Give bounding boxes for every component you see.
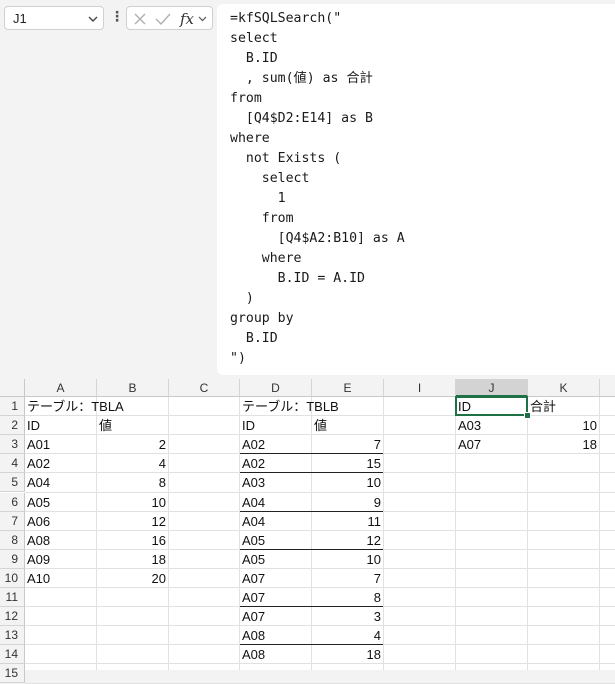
row-header-13[interactable]: 13 — [0, 626, 25, 646]
group-divider — [240, 548, 383, 550]
column-header-j[interactable]: J — [456, 379, 528, 397]
table-b-id-cell[interactable]: A07 — [240, 569, 312, 588]
table-b-id-cell[interactable]: A07 — [240, 607, 312, 626]
row-header-3[interactable]: 3 — [0, 435, 25, 455]
column-header-d[interactable]: D — [240, 379, 312, 397]
table-b-value-cell[interactable]: 11 — [312, 512, 384, 531]
table-b-value-cell[interactable]: 7 — [312, 569, 384, 588]
table-a-value-cell[interactable]: 8 — [97, 473, 169, 492]
name-box[interactable]: J1 — [4, 6, 104, 30]
table-b-header-value[interactable]: 値 — [312, 416, 384, 435]
table-a-header-id[interactable]: ID — [25, 416, 97, 435]
row-header-8[interactable]: 8 — [0, 530, 25, 550]
table-b-id-cell[interactable]: A04 — [240, 512, 312, 531]
row-header-1[interactable]: 1 — [0, 397, 25, 416]
table-b-id-cell[interactable]: A05 — [240, 550, 312, 569]
formula-bar-area: J1 ⋮ fx =kfSQLSearch(" select B.ID , sum… — [0, 0, 615, 379]
row-header-5[interactable]: 5 — [0, 473, 25, 493]
table-a-title[interactable]: テーブル：TBLA — [25, 397, 169, 416]
gridline — [25, 682, 615, 684]
column-header-c[interactable]: C — [169, 379, 240, 397]
result-id-cell[interactable]: A07 — [456, 435, 528, 454]
table-b-title[interactable]: テーブル：TBLB — [240, 397, 384, 416]
column-header-e[interactable]: E — [312, 379, 384, 397]
group-divider — [240, 644, 383, 646]
row-header-6[interactable]: 6 — [0, 492, 25, 512]
name-box-value: J1 — [13, 11, 27, 26]
table-a-id-cell[interactable]: A09 — [25, 550, 97, 569]
group-divider — [240, 606, 383, 608]
group-divider — [240, 510, 383, 512]
column-header-i[interactable]: I — [384, 379, 456, 397]
table-b-id-cell[interactable]: A08 — [240, 645, 312, 664]
table-b-id-cell[interactable]: A08 — [240, 626, 312, 645]
table-b-value-cell[interactable]: 8 — [312, 588, 384, 607]
cancel-icon[interactable] — [133, 12, 147, 26]
result-id-cell[interactable]: A03 — [456, 416, 528, 435]
table-b-id-cell[interactable]: A04 — [240, 493, 312, 512]
selected-cell — [455, 396, 528, 417]
chevron-down-icon[interactable] — [87, 13, 99, 25]
table-b-value-cell[interactable]: 12 — [312, 531, 384, 550]
row-header-10[interactable]: 10 — [0, 568, 25, 588]
result-total-cell[interactable]: 10 — [528, 416, 600, 435]
select-all-corner[interactable] — [0, 379, 25, 397]
table-a-id-cell[interactable]: A01 — [25, 435, 97, 454]
column-header-k[interactable]: K — [528, 379, 600, 397]
table-a-value-cell[interactable]: 20 — [97, 569, 169, 588]
table-b-value-cell[interactable]: 7 — [312, 435, 384, 454]
table-b-value-cell[interactable]: 10 — [312, 550, 384, 569]
table-b-header-id[interactable]: ID — [240, 416, 312, 435]
table-b-value-cell[interactable]: 18 — [312, 645, 384, 664]
table-b-id-cell[interactable]: A02 — [240, 454, 312, 473]
column-header-partial[interactable] — [600, 379, 615, 397]
table-b-value-cell[interactable]: 4 — [312, 626, 384, 645]
table-a-value-cell[interactable]: 10 — [97, 493, 169, 512]
fill-handle[interactable] — [524, 412, 531, 420]
row-header-2[interactable]: 2 — [0, 416, 25, 436]
formula-text: =kfSQLSearch(" select B.ID , sum(値) as 合… — [230, 11, 405, 366]
row-header-4[interactable]: 4 — [0, 454, 25, 474]
table-b-id-cell[interactable]: A03 — [240, 473, 312, 492]
table-a-header-value[interactable]: 値 — [97, 416, 169, 435]
group-divider — [240, 453, 383, 455]
result-header-total[interactable]: 合計 — [528, 397, 600, 416]
table-a-value-cell[interactable]: 12 — [97, 512, 169, 531]
table-a-value-cell[interactable]: 2 — [97, 435, 169, 454]
row-header-12[interactable]: 12 — [0, 607, 25, 627]
table-a-value-cell[interactable]: 16 — [97, 531, 169, 550]
column-header-b[interactable]: B — [97, 379, 169, 397]
table-b-value-cell[interactable]: 10 — [312, 473, 384, 492]
row-header-9[interactable]: 9 — [0, 549, 25, 569]
table-a-value-cell[interactable]: 4 — [97, 454, 169, 473]
row-header-11[interactable]: 11 — [0, 588, 25, 607]
row-header-15[interactable]: 15 — [0, 664, 25, 684]
insert-function-icon[interactable]: fx — [179, 10, 209, 28]
table-b-value-cell[interactable]: 15 — [312, 454, 384, 473]
result-total-cell[interactable]: 18 — [528, 435, 600, 454]
table-a-id-cell[interactable]: A10 — [25, 569, 97, 588]
table-b-value-cell[interactable]: 3 — [312, 607, 384, 626]
table-a-id-cell[interactable]: A08 — [25, 531, 97, 550]
table-b-id-cell[interactable]: A07 — [240, 588, 312, 607]
table-a-id-cell[interactable]: A06 — [25, 512, 97, 531]
table-b-id-cell[interactable]: A02 — [240, 435, 312, 454]
table-a-id-cell[interactable]: A02 — [25, 454, 97, 473]
table-a-id-cell[interactable]: A04 — [25, 473, 97, 492]
table-b-value-cell[interactable]: 9 — [312, 493, 384, 512]
formula-tools: fx — [126, 6, 213, 30]
row-header-14[interactable]: 14 — [0, 645, 25, 665]
formula-input[interactable]: =kfSQLSearch(" select B.ID , sum(値) as 合… — [217, 4, 615, 375]
table-b-id-cell[interactable]: A05 — [240, 531, 312, 550]
spreadsheet-grid[interactable]: A B C D E I J K 1 2 3 4 5 6 7 8 9 10 11 12 13 14 15 テーブル：TBLA ID… — [0, 379, 615, 684]
column-header-a[interactable]: A — [25, 379, 97, 397]
more-options-icon[interactable]: ⋮ — [110, 9, 124, 23]
row-header-7[interactable]: 7 — [0, 511, 25, 531]
svg-text:fx: fx — [179, 10, 195, 28]
enter-icon[interactable] — [155, 12, 171, 26]
table-a-value-cell[interactable]: 18 — [97, 550, 169, 569]
table-a-id-cell[interactable]: A05 — [25, 493, 97, 512]
group-divider — [240, 472, 383, 474]
